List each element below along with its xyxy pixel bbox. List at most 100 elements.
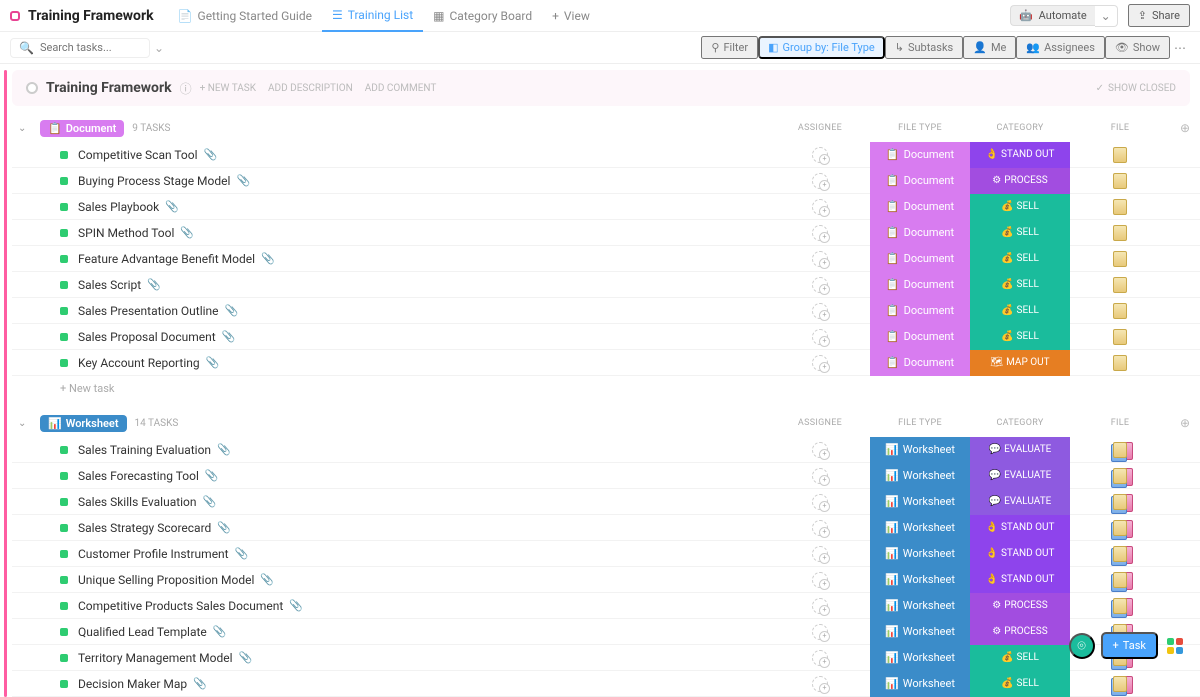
attachment-icon[interactable]: 📎: [193, 677, 207, 690]
status-square[interactable]: [60, 229, 68, 237]
group-by-button[interactable]: ◧Group by: File Type: [758, 36, 885, 59]
task-name[interactable]: Sales Presentation Outline: [78, 304, 219, 318]
filetype-tag[interactable]: 📊Worksheet: [870, 671, 970, 697]
attachment-icon[interactable]: 📎: [206, 356, 220, 369]
status-square[interactable]: [60, 680, 68, 688]
task-name[interactable]: Feature Advantage Benefit Model: [78, 252, 255, 266]
search-dropdown-icon[interactable]: ⌄: [154, 41, 164, 55]
assignee-cell[interactable]: [770, 624, 870, 640]
assignee-cell[interactable]: [770, 468, 870, 484]
filetype-tag[interactable]: 📋Document: [870, 350, 970, 376]
assignee-avatar-icon[interactable]: [812, 494, 828, 510]
assignee-avatar-icon[interactable]: [812, 355, 828, 371]
file-cell[interactable]: [1070, 520, 1170, 536]
filetype-tag[interactable]: 📊Worksheet: [870, 567, 970, 593]
filetype-tag[interactable]: 📋Document: [870, 194, 970, 220]
status-square[interactable]: [60, 333, 68, 341]
task-name[interactable]: Competitive Products Sales Document: [78, 599, 283, 613]
task-name[interactable]: Sales Training Evaluation: [78, 443, 211, 457]
category-tag[interactable]: 👌STAND OUT: [970, 541, 1070, 567]
assignee-avatar-icon[interactable]: [812, 650, 828, 666]
assignee-cell[interactable]: [770, 494, 870, 510]
new-task-link[interactable]: + NEW TASK: [200, 83, 256, 94]
status-square[interactable]: [60, 255, 68, 263]
task-row[interactable]: Buying Process Stage Model 📎 📋Document ⚙…: [12, 168, 1200, 194]
category-tag[interactable]: 💬EVALUATE: [970, 489, 1070, 515]
section-status-icon[interactable]: [26, 82, 38, 94]
add-column-icon[interactable]: ⊕: [1170, 416, 1200, 430]
assignee-cell[interactable]: [770, 329, 870, 345]
share-button[interactable]: ⇪ Share: [1128, 4, 1190, 27]
file-cell[interactable]: [1070, 147, 1170, 163]
group-pill[interactable]: 📊Worksheet: [40, 415, 127, 432]
status-square[interactable]: [60, 281, 68, 289]
attachment-icon[interactable]: 📎: [222, 330, 236, 343]
status-square[interactable]: [60, 446, 68, 454]
category-tag[interactable]: 💰SELL: [970, 298, 1070, 324]
assignee-avatar-icon[interactable]: [812, 251, 828, 267]
new-task-fab[interactable]: +Task: [1101, 632, 1158, 659]
add-column-icon[interactable]: ⊕: [1170, 121, 1200, 135]
category-tag[interactable]: ⚙PROCESS: [970, 168, 1070, 194]
task-row[interactable]: Sales Strategy Scorecard 📎 📊Worksheet 👌S…: [12, 515, 1200, 541]
file-cell[interactable]: [1070, 225, 1170, 241]
attachment-icon[interactable]: 📎: [213, 625, 227, 638]
file-cell[interactable]: [1070, 329, 1170, 345]
attachment-icon[interactable]: 📎: [147, 278, 161, 291]
me-button[interactable]: 👤Me: [963, 36, 1016, 59]
assignee-avatar-icon[interactable]: [812, 173, 828, 189]
task-row[interactable]: Key Account Reporting 📎 📋Document 🗺MAP O…: [12, 350, 1200, 376]
task-row[interactable]: Sales Presentation Outline 📎 📋Document 💰…: [12, 298, 1200, 324]
assignee-avatar-icon[interactable]: [812, 277, 828, 293]
filter-button[interactable]: ⚲Filter: [701, 36, 758, 59]
tab-category-board[interactable]: ▦ Category Board: [423, 0, 542, 32]
task-name[interactable]: Sales Script: [78, 278, 141, 292]
assignee-avatar-icon[interactable]: [812, 468, 828, 484]
task-row[interactable]: Sales Forecasting Tool 📎 📊Worksheet 💬EVA…: [12, 463, 1200, 489]
category-tag[interactable]: 💰SELL: [970, 194, 1070, 220]
file-cell[interactable]: [1070, 199, 1170, 215]
assignee-cell[interactable]: [770, 199, 870, 215]
attachment-icon[interactable]: 📎: [236, 174, 250, 187]
assignee-cell[interactable]: [770, 546, 870, 562]
attachment-icon[interactable]: 📎: [261, 252, 275, 265]
assignee-avatar-icon[interactable]: [812, 572, 828, 588]
assignee-avatar-icon[interactable]: [812, 199, 828, 215]
task-row[interactable]: Territory Management Model 📎 📊Worksheet …: [12, 645, 1200, 671]
apps-grid-button[interactable]: [1164, 635, 1186, 657]
show-button[interactable]: 👁Show: [1105, 36, 1170, 59]
file-cell[interactable]: [1070, 494, 1170, 510]
file-cell[interactable]: [1070, 303, 1170, 319]
file-cell[interactable]: [1070, 277, 1170, 293]
task-row[interactable]: Decision Maker Map 📎 📊Worksheet 💰SELL: [12, 671, 1200, 697]
task-row[interactable]: SPIN Method Tool 📎 📋Document 💰SELL: [12, 220, 1200, 246]
category-tag[interactable]: 💬EVALUATE: [970, 437, 1070, 463]
task-row[interactable]: Competitive Scan Tool 📎 📋Document 👌STAND…: [12, 142, 1200, 168]
status-square[interactable]: [60, 576, 68, 584]
attachment-icon[interactable]: 📎: [239, 651, 253, 664]
filetype-tag[interactable]: 📋Document: [870, 220, 970, 246]
category-tag[interactable]: 💬EVALUATE: [970, 463, 1070, 489]
task-name[interactable]: SPIN Method Tool: [78, 226, 174, 240]
attachment-icon[interactable]: 📎: [204, 148, 218, 161]
assignee-avatar-icon[interactable]: [812, 303, 828, 319]
task-row[interactable]: Qualified Lead Template 📎 📊Worksheet ⚙PR…: [12, 619, 1200, 645]
more-icon[interactable]: ⋯: [1170, 41, 1190, 55]
filetype-tag[interactable]: 📋Document: [870, 272, 970, 298]
quick-action-button[interactable]: ⌾: [1069, 633, 1095, 659]
show-closed-toggle[interactable]: ✓SHOW CLOSED: [1096, 83, 1176, 94]
task-row[interactable]: Customer Profile Instrument 📎 📊Worksheet…: [12, 541, 1200, 567]
filetype-tag[interactable]: 📊Worksheet: [870, 593, 970, 619]
attachment-icon[interactable]: 📎: [289, 599, 303, 612]
assignee-cell[interactable]: [770, 303, 870, 319]
assignee-avatar-icon[interactable]: [812, 329, 828, 345]
attachment-icon[interactable]: 📎: [205, 469, 219, 482]
category-tag[interactable]: 💰SELL: [970, 272, 1070, 298]
status-square[interactable]: [60, 359, 68, 367]
file-cell[interactable]: [1070, 251, 1170, 267]
assignee-avatar-icon[interactable]: [812, 442, 828, 458]
category-tag[interactable]: 👌STAND OUT: [970, 567, 1070, 593]
category-tag[interactable]: 💰SELL: [970, 220, 1070, 246]
task-row[interactable]: Sales Skills Evaluation 📎 📊Worksheet 💬EV…: [12, 489, 1200, 515]
search-box[interactable]: 🔍: [10, 38, 150, 58]
